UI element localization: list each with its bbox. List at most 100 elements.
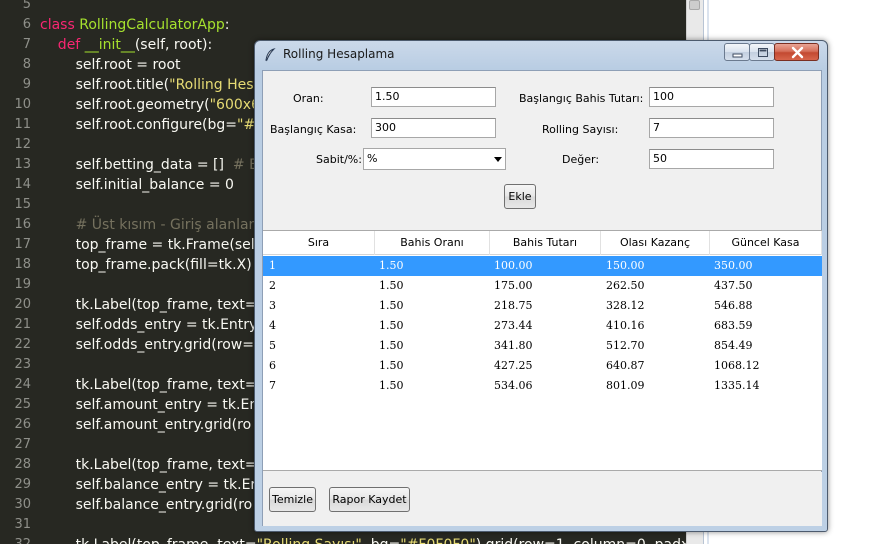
code-text: self.balance_entry = tk.Er (40, 475, 257, 495)
line-number: 14 (14, 177, 31, 192)
code-token: self.balance_entry.grid(ro (40, 497, 253, 513)
line-number: 10 (14, 97, 31, 112)
results-table[interactable]: Sıra Bahis Oranı Bahis Tutarı Olası Kazanç G… (263, 230, 822, 471)
code-token: def (40, 37, 85, 53)
code-token: self.odds_entry = tk.Entry( (40, 317, 263, 333)
table-cell: 328.12 (606, 299, 645, 312)
table-cell: 1.50 (379, 299, 404, 312)
code-line: 5 (0, 0, 686, 15)
code-token: tk.Label(top_frame, text= (40, 297, 257, 313)
code-token: self.amount_entry.grid(ro (40, 417, 252, 433)
code-token: , bg= (362, 537, 400, 544)
line-number: 29 (14, 477, 31, 492)
table-cell: 854.49 (714, 339, 753, 352)
column-header[interactable]: Bahis Tutarı (490, 231, 601, 255)
code-token: tk.Label(top_frame, text= (40, 457, 257, 473)
table-row[interactable]: 3 1.50 218.75 328.12 546.88 (263, 296, 822, 316)
line-number: 30 (14, 497, 31, 512)
code-token: (self, root): (134, 37, 213, 53)
column-header[interactable]: Güncel Kasa (710, 231, 822, 255)
table-row[interactable]: 1 1.50 100.00 150.00 350.00 (263, 256, 822, 276)
table-row[interactable]: 4 1.50 273.44 410.16 683.59 (263, 316, 822, 336)
table-cell: 218.75 (494, 299, 533, 312)
line-number: 9 (22, 77, 31, 92)
fixed-pct-selected: % (367, 152, 378, 165)
table-cell: 410.16 (606, 319, 645, 332)
code-text: self.betting_data = [] # B (40, 155, 259, 175)
table-row[interactable]: 6 1.50 427.25 640.87 1068.12 (263, 356, 822, 376)
code-token: self.balance_entry = tk.Er (40, 477, 257, 493)
code-text: top_frame = tk.Frame(self (40, 235, 260, 255)
line-number: 28 (14, 457, 31, 472)
code-text: # Üst kısım - Giriş alanları (40, 215, 259, 235)
fixed-pct-select[interactable]: % (363, 148, 506, 170)
code-token: "Rolling Sayısı" (257, 537, 362, 544)
table-cell: 273.44 (494, 319, 533, 332)
add-button[interactable]: Ekle (504, 184, 536, 209)
close-button[interactable] (774, 43, 819, 61)
code-token: self.root.title( (40, 77, 170, 93)
code-token: "# (237, 117, 256, 133)
feather-icon (265, 48, 276, 62)
table-cell: 1.50 (379, 279, 404, 292)
rolling-count-entry[interactable]: 7 (649, 118, 774, 138)
table-cell: 512.70 (606, 339, 645, 352)
odds-label: Oran: (293, 92, 324, 105)
code-text: self.root.geometry("600x6 (40, 95, 260, 115)
start-bet-entry[interactable]: 100 (649, 87, 774, 107)
code-token: tk.Label(top_frame, text= (40, 377, 257, 393)
line-number: 7 (22, 37, 31, 52)
table-row[interactable]: 7 1.50 534.06 801.09 1335.14 (263, 376, 822, 396)
bottom-bar: Temizle Rapor Kaydet (263, 472, 822, 526)
table-cell: 4 (269, 319, 276, 332)
table-cell: 546.88 (714, 299, 753, 312)
code-line: 32 tk.Label(top_frame, text="Rolling Say… (0, 535, 686, 544)
code-token: "600x6 (209, 97, 260, 113)
table-cell: 437.50 (714, 279, 753, 292)
close-icon (791, 46, 804, 59)
line-number: 25 (14, 397, 31, 412)
code-token: ).grid(row=1, column=0, padx (476, 537, 686, 544)
code-token: "#F0F0F0" (400, 537, 476, 544)
column-header[interactable]: Olası Kazanç (601, 231, 710, 255)
value-label: Değer: (562, 153, 600, 166)
line-number: 13 (14, 157, 31, 172)
table-cell: 640.87 (606, 359, 645, 372)
table-row[interactable]: 2 1.50 175.00 262.50 437.50 (263, 276, 822, 296)
code-text: self.root.configure(bg="# (40, 115, 256, 135)
code-text: self.odds_entry = tk.Entry( (40, 315, 263, 335)
title-bar[interactable]: Rolling Hesaplama (255, 41, 827, 69)
table-cell: 2 (269, 279, 276, 292)
save-report-button[interactable]: Rapor Kaydet (329, 487, 410, 512)
odds-entry[interactable]: 1.50 (371, 87, 496, 107)
chevron-down-icon[interactable] (494, 157, 502, 162)
code-token: RollingCalculatorApp (79, 17, 225, 33)
editor-scrollbar-thumb[interactable] (689, 0, 700, 10)
table-cell: 534.06 (494, 379, 533, 392)
table-cell: 7 (269, 379, 276, 392)
table-cell: 3 (269, 299, 276, 312)
code-token: self.odds_entry.grid(row= (40, 337, 254, 353)
column-header[interactable]: Sıra (263, 231, 375, 255)
start-balance-entry[interactable]: 300 (371, 118, 496, 138)
code-text: class RollingCalculatorApp: (40, 15, 229, 35)
line-number: 18 (14, 257, 31, 272)
maximize-button[interactable] (749, 43, 775, 61)
column-header[interactable]: Bahis Oranı (375, 231, 490, 255)
table-cell: 801.09 (606, 379, 645, 392)
code-token: self.root.configure(bg= (40, 117, 238, 133)
code-token: top_frame = tk.Frame(self (40, 237, 260, 253)
minimize-button[interactable] (724, 43, 750, 61)
table-cell: 6 (269, 359, 276, 372)
value-entry[interactable]: 50 (649, 149, 774, 169)
clear-button[interactable]: Temizle (269, 487, 316, 512)
rolling-calculator-window: Rolling Hesaplama Oran: 1.50 Başlangıç B… (254, 40, 828, 532)
line-number: 26 (14, 417, 31, 432)
table-cell: 683.59 (714, 319, 753, 332)
table-row[interactable]: 5 1.50 341.80 512.70 854.49 (263, 336, 822, 356)
window-client-area: Oran: 1.50 Başlangıç Bahis Tutarı: 100 B… (262, 70, 822, 526)
code-text: def __init__(self, root): (40, 35, 212, 55)
table-header: Sıra Bahis Oranı Bahis Tutarı Olası Kazanç G… (263, 231, 822, 255)
code-line: 6 class RollingCalculatorApp: (0, 15, 686, 35)
code-token: self.root = root (40, 57, 181, 73)
